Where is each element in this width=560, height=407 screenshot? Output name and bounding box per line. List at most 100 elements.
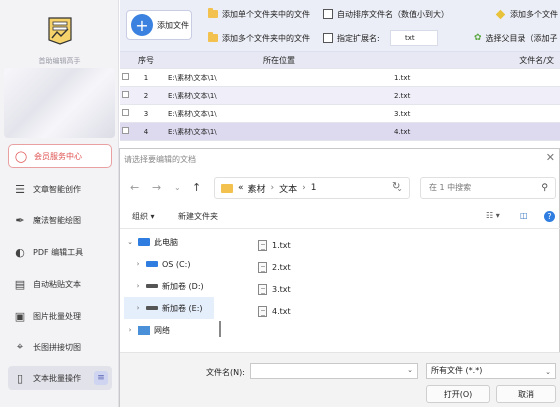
- auto-sort-label: 自动排序文件名（数值小到大）: [337, 9, 449, 19]
- filename-label: 文件名(N):: [206, 368, 245, 377]
- sidebar-item-label: 图片批量处理: [33, 311, 81, 321]
- sidebar-item-member[interactable]: ◯ 会员服务中心: [8, 144, 112, 168]
- file-name: 2.txt: [272, 262, 291, 272]
- folder-icon: [208, 32, 218, 42]
- open-button[interactable]: 打开(O): [426, 385, 490, 403]
- filetype-select[interactable]: 所有文件 (*.*) ⌄: [426, 363, 556, 379]
- sidebar-item-stitch[interactable]: ⌖ 长图拼接切图: [8, 335, 112, 359]
- list-item[interactable]: 4.txt: [258, 303, 318, 319]
- file-table: 序号 所在位置 文件名/文 1 E:\素材\文本\1\ 1.txt 2 E:\素…: [120, 52, 560, 141]
- computer-icon: [138, 238, 150, 246]
- tree-item-label: 网络: [154, 325, 170, 335]
- ext-input[interactable]: txt: [390, 30, 438, 46]
- add-single-folder-button[interactable]: 添加单个文件夹中的文件: [208, 6, 310, 22]
- refresh-icon[interactable]: ↻: [392, 181, 400, 192]
- row-index: 1: [143, 73, 149, 82]
- up-icon[interactable]: ↑: [192, 181, 201, 194]
- drive-icon: [146, 306, 158, 310]
- choose-parent-button[interactable]: ✿ 选择父目录（添加子: [474, 30, 558, 46]
- scrollbar[interactable]: [219, 321, 221, 337]
- breadcrumb-item[interactable]: 1: [311, 183, 317, 193]
- table-row[interactable]: 4 E:\素材\文本\1\ 4.txt: [120, 123, 560, 141]
- search-placeholder: 在 1 中搜索: [429, 183, 472, 192]
- network-icon: [138, 325, 150, 335]
- chevron-right-icon[interactable]: ›: [132, 260, 144, 268]
- row-path: E:\素材\文本\1\: [168, 91, 217, 100]
- filename-input[interactable]: ⌄: [250, 363, 418, 379]
- add-many-files-button[interactable]: 添加多个文件: [495, 6, 558, 22]
- search-icon: ⚲: [541, 183, 548, 193]
- brush-icon: ✒: [15, 213, 25, 227]
- tree-item-this-pc[interactable]: ⌄ 此电脑: [124, 231, 214, 253]
- new-folder-button[interactable]: 新建文件夹: [178, 211, 218, 222]
- preview-pane-icon[interactable]: ◫: [520, 211, 528, 220]
- sidebar-item-label: 自动粘贴文本: [33, 279, 81, 289]
- table-row[interactable]: 1 E:\素材\文本\1\ 1.txt: [120, 69, 560, 87]
- checkbox[interactable]: [323, 9, 333, 19]
- sidebar-item-paste[interactable]: ▤ 自动粘贴文本: [8, 272, 112, 296]
- table-header: 序号 所在位置 文件名/文: [120, 52, 560, 69]
- list-item[interactable]: 3.txt: [258, 281, 318, 297]
- drive-icon: [146, 261, 158, 267]
- auto-sort-checkbox[interactable]: 自动排序文件名（数值小到大）: [323, 6, 449, 22]
- breadcrumb-item[interactable]: 素材: [248, 182, 266, 195]
- list-item[interactable]: 1.txt: [258, 237, 318, 253]
- address-bar[interactable]: « 素材 › 文本 › 1 ⌄: [214, 177, 410, 199]
- specify-ext-label: 指定扩展名:: [337, 33, 380, 43]
- dialog-commandbar: 组织 ▾ 新建文件夹 ☷ ▾ ◫ ?: [120, 207, 560, 227]
- breadcrumb-overflow[interactable]: «: [238, 183, 244, 193]
- add-file-button[interactable]: + 添加文件: [126, 10, 192, 40]
- text-file-icon: [258, 305, 267, 317]
- tree-item-drive-d[interactable]: › 新加卷 (D:): [124, 275, 214, 297]
- chevron-right-icon[interactable]: ›: [132, 304, 144, 312]
- text-icon: ▯: [16, 371, 24, 385]
- chevron-right-icon[interactable]: ›: [132, 282, 144, 290]
- help-icon[interactable]: ?: [544, 211, 555, 222]
- chevron-down-icon: ⌄: [545, 368, 551, 376]
- view-icon[interactable]: ☷ ▾: [486, 211, 500, 220]
- sidebar-item-text-batch[interactable]: ▯ 文本批量操作 ≡: [8, 366, 112, 390]
- header-path: 所在位置: [263, 55, 295, 65]
- file-name: 1.txt: [272, 240, 291, 250]
- breadcrumb-item[interactable]: 文本: [279, 182, 297, 195]
- specify-ext-checkbox[interactable]: 指定扩展名:: [323, 30, 380, 46]
- text-file-icon: [258, 283, 267, 295]
- sidebar-item-image[interactable]: ▣ 图片批量处理: [8, 304, 112, 328]
- organize-button[interactable]: 组织 ▾: [132, 211, 155, 222]
- chevron-down-icon[interactable]: ⌄: [124, 238, 136, 246]
- checkbox[interactable]: [323, 33, 333, 43]
- text-file-icon: [258, 261, 267, 273]
- search-input[interactable]: 在 1 中搜索 ⚲: [420, 177, 556, 199]
- forward-icon[interactable]: →: [152, 181, 161, 194]
- chevron-down-icon[interactable]: ⌄: [407, 366, 413, 374]
- chevron-right-icon: ›: [302, 183, 306, 193]
- cancel-button[interactable]: 取消: [496, 385, 556, 403]
- sidebar-item-label: 文本批量操作: [33, 373, 81, 383]
- back-icon[interactable]: ←: [130, 181, 139, 194]
- row-filename: 3.txt: [394, 109, 411, 118]
- close-icon[interactable]: ✕: [546, 151, 555, 164]
- add-file-label: 添加文件: [157, 20, 189, 30]
- chevron-right-icon: ›: [270, 183, 275, 193]
- sidebar-banner: [4, 68, 115, 138]
- menu-icon[interactable]: ≡: [94, 371, 108, 385]
- tree-item-drive-c[interactable]: › OS (C:): [124, 253, 214, 275]
- folder-icon: [221, 183, 233, 193]
- dialog-title: 请选择要编辑的文档: [124, 155, 196, 164]
- sidebar-item-article[interactable]: ☰ 文章智能创作: [8, 177, 112, 201]
- add-multi-folder-button[interactable]: 添加多个文件夹中的文件: [208, 30, 310, 46]
- tree-item-label: 此电脑: [154, 237, 178, 247]
- table-row[interactable]: 2 E:\素材\文本\1\ 2.txt: [120, 87, 560, 105]
- sidebar-item-label: 文章智能创作: [33, 184, 81, 194]
- list-item[interactable]: 2.txt: [258, 259, 318, 275]
- sidebar-item-label: PDF 编辑工具: [33, 247, 84, 257]
- app-title: 首助编辑高手: [38, 57, 81, 65]
- sidebar-item-pdf[interactable]: ◐ PDF 编辑工具: [8, 240, 112, 264]
- app-window: 首助编辑高手 ◯ 会员服务中心 ☰ 文章智能创作 ✒ 魔法智能绘图 ◐ PDF …: [0, 0, 560, 407]
- chevron-right-icon[interactable]: ›: [124, 326, 136, 334]
- tree-item-drive-e[interactable]: › 新加卷 (E:): [124, 297, 214, 319]
- sidebar-item-drawing[interactable]: ✒ 魔法智能绘图: [8, 208, 112, 232]
- table-row[interactable]: 3 E:\素材\文本\1\ 3.txt: [120, 105, 560, 123]
- tree-item-network[interactable]: › 网络: [124, 319, 214, 341]
- chevron-down-icon[interactable]: ⌄: [174, 183, 181, 192]
